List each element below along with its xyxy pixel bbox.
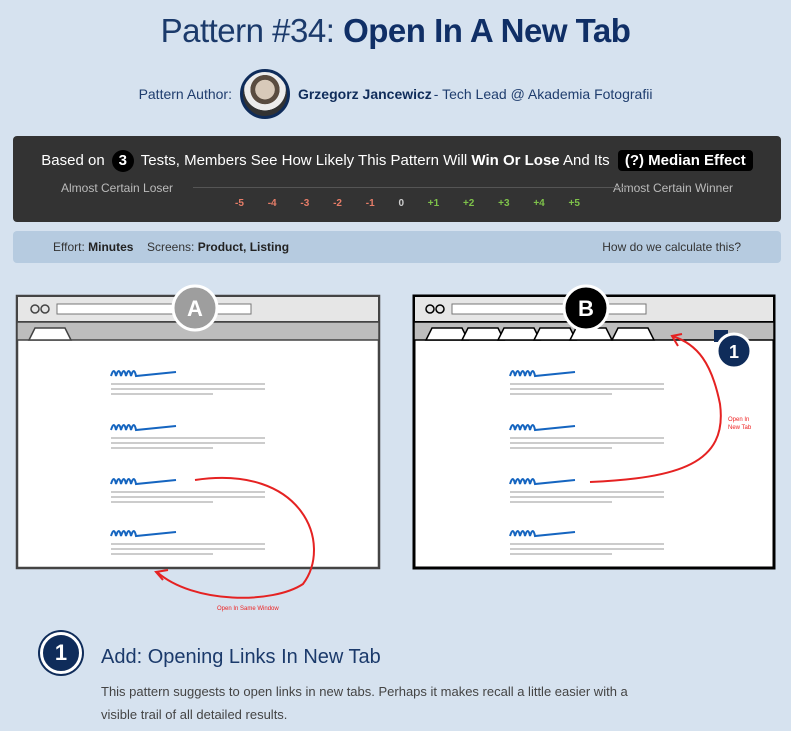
variant-b-tabs bbox=[424, 327, 656, 341]
variant-b-sketch: Open In New Tab 1 B bbox=[412, 284, 776, 570]
effort-value: Minutes bbox=[88, 240, 134, 254]
scale-left-label: Almost Certain Loser bbox=[61, 181, 174, 195]
screens-value: Product, Listing bbox=[197, 240, 290, 254]
variant-b-address-bar bbox=[451, 303, 647, 315]
variant-a-tab bbox=[27, 327, 73, 341]
author-avatar[interactable] bbox=[239, 69, 290, 119]
variant-b-caption-line2: New Tab bbox=[728, 425, 752, 431]
scale-tick: -3 bbox=[300, 198, 310, 209]
screens-label: Screens: bbox=[147, 240, 195, 254]
win-or-lose-text: Win Or Lose bbox=[471, 152, 560, 169]
effort-label: Effort: bbox=[53, 240, 85, 254]
median-effect-button[interactable]: (?) Median Effect bbox=[617, 150, 753, 171]
scale-tick: -2 bbox=[333, 198, 342, 209]
scale-tick: +2 bbox=[462, 198, 475, 209]
step-number-badge: 1 bbox=[40, 632, 82, 674]
variant-a-caption: Open In Same Window bbox=[217, 606, 279, 612]
based-on-text: Based on bbox=[41, 152, 105, 169]
result-panel: Based on 3 Tests, Members See How Likely… bbox=[13, 136, 781, 222]
author-role: - Tech Lead @ Akademia Fotografii bbox=[433, 86, 653, 102]
info-bar: Effort: Minutes Screens: Product, Listin… bbox=[13, 231, 781, 263]
scale-tick: -1 bbox=[365, 198, 375, 209]
headline-middle-text: Tests, Members See How Likely This Patte… bbox=[140, 152, 468, 169]
variant-b-label: B bbox=[578, 296, 594, 321]
step-description: This pattern suggests to open links in n… bbox=[101, 684, 628, 722]
scale-tick: +1 bbox=[427, 198, 440, 209]
title-prefix: Pattern #34: bbox=[160, 12, 344, 49]
variant-b-step-number: 1 bbox=[729, 342, 739, 362]
calculate-link[interactable]: How do we calculate this? bbox=[602, 240, 741, 254]
result-headline: Based on 3 Tests, Members See How Likely… bbox=[13, 150, 781, 172]
variant-a-address-bar bbox=[56, 303, 252, 315]
scale-tick: +3 bbox=[498, 198, 510, 209]
scale-tick: -4 bbox=[267, 198, 277, 209]
step-title: Add: Opening Links In New Tab bbox=[101, 646, 381, 668]
page-title: Pattern #34: Open In A New Tab bbox=[0, 12, 791, 50]
variant-a-sketch: Open In Same Window A bbox=[15, 284, 381, 612]
scale-right-label: Almost Certain Winner bbox=[612, 181, 733, 195]
tests-count-badge[interactable]: 3 bbox=[111, 150, 134, 172]
scale-tick: +5 bbox=[568, 198, 580, 209]
scale-tick: 0 bbox=[398, 198, 404, 209]
author-label: Pattern Author: bbox=[138, 86, 232, 102]
author-row: Pattern Author: Grzegorz Jancewicz - Tec… bbox=[0, 68, 791, 120]
author-name[interactable]: Grzegorz Jancewicz bbox=[298, 86, 432, 102]
scale-ticks: -5 -4 -3 -2 -1 0 +1 +2 +3 +4 +5 bbox=[235, 198, 580, 209]
scale-line bbox=[193, 187, 627, 188]
variant-b-caption-line1: Open In bbox=[728, 417, 749, 423]
variant-a-label: A bbox=[187, 296, 203, 321]
title-pattern-name: Open In A New Tab bbox=[343, 12, 631, 49]
and-its-text: And Its bbox=[562, 152, 610, 169]
scale-tick: -5 bbox=[235, 198, 244, 209]
screens-info: Screens: Product, Listing bbox=[147, 240, 289, 254]
effort-info: Effort: Minutes bbox=[53, 240, 133, 254]
scale-tick: +4 bbox=[533, 198, 545, 209]
